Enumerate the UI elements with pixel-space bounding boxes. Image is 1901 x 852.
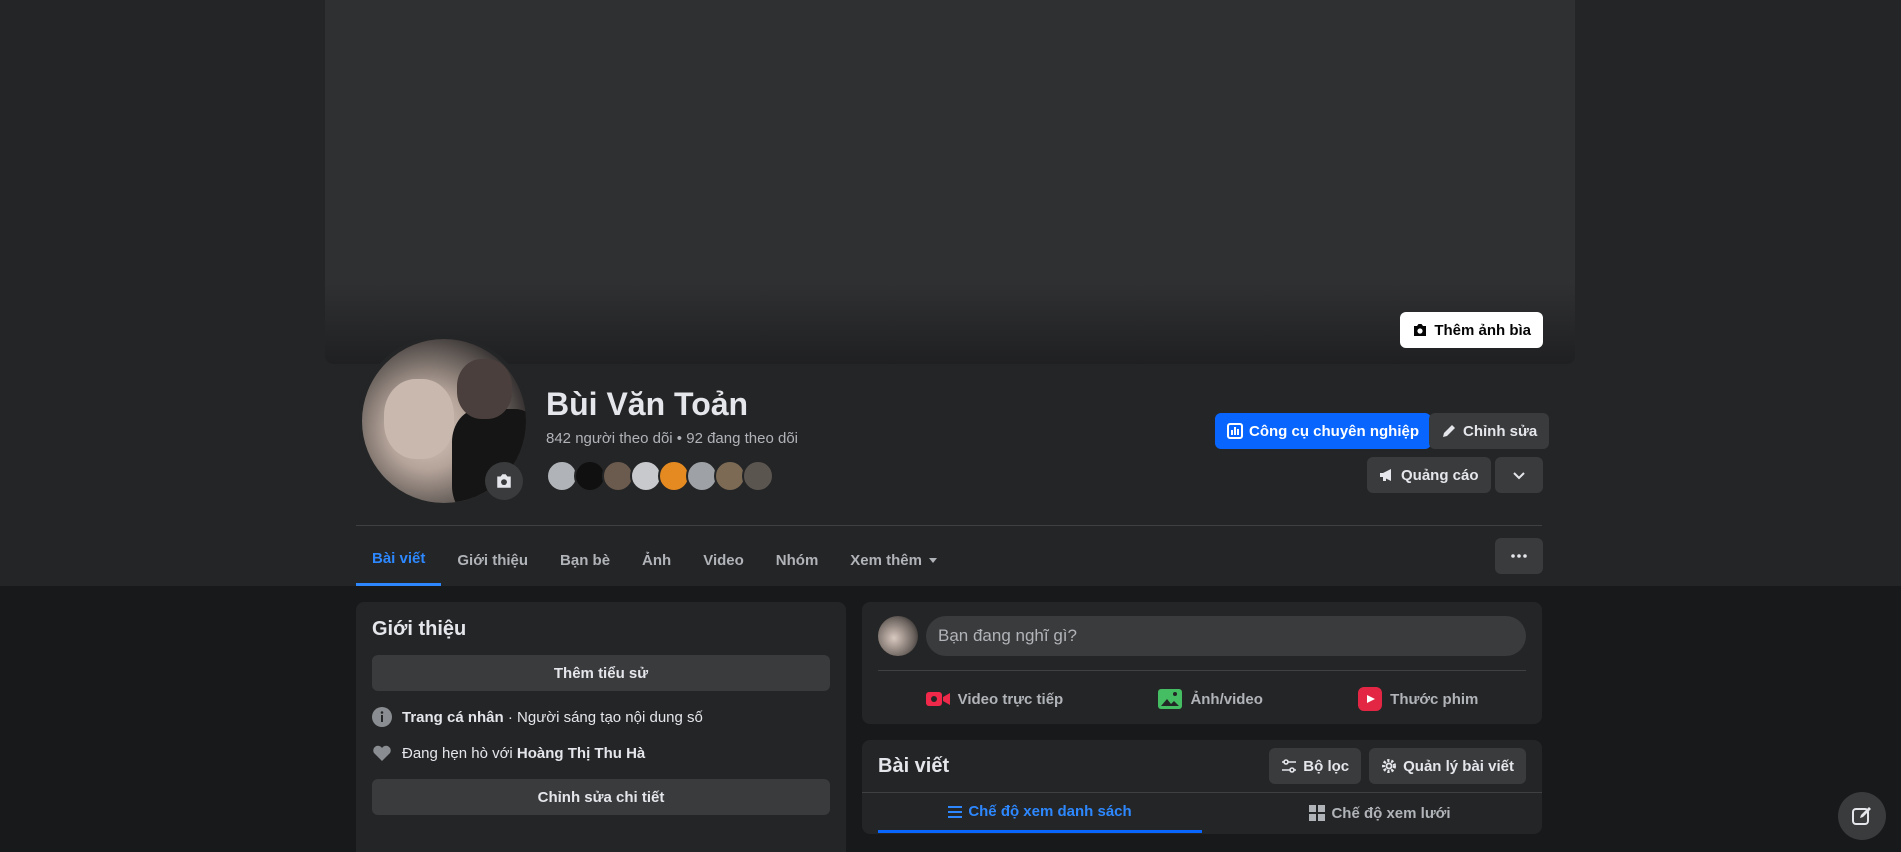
tab-see-more[interactable]: Xem thêm [834, 534, 954, 586]
intro-page-value: · Người sáng tạo nội dung số [503, 708, 703, 726]
reel-icon [1358, 687, 1383, 711]
posts-card: Bài viết Bộ lọc Quản lý bài viết Chế độ … [862, 740, 1542, 834]
pencil-icon [1443, 425, 1455, 437]
photo-icon [1158, 689, 1183, 709]
camera-icon [1414, 324, 1427, 336]
tab-photos[interactable]: Ảnh [626, 534, 687, 586]
composer-avatar[interactable] [878, 616, 918, 656]
live-video-icon [925, 692, 950, 706]
manage-posts-button[interactable]: Quản lý bài viết [1369, 748, 1526, 784]
gear-icon [1382, 759, 1397, 773]
grid-view-tab[interactable]: Chế độ xem lưới [1218, 793, 1542, 833]
megaphone-icon [1380, 469, 1391, 481]
composer-input[interactable]: Bạn đang nghĩ gì? [926, 616, 1526, 656]
tab-groups[interactable]: Nhóm [760, 534, 835, 586]
header-divider [356, 525, 1542, 526]
list-icon [948, 805, 963, 818]
chart-icon [1227, 423, 1243, 439]
filter-button[interactable]: Bộ lọc [1269, 748, 1362, 784]
update-avatar-button[interactable] [485, 462, 523, 500]
list-view-tab[interactable]: Chế độ xem danh sách [878, 793, 1202, 833]
tab-video[interactable]: Video [687, 534, 760, 586]
professional-tools-label: Công cụ chuyên nghiệp [1249, 422, 1420, 440]
intro-page-row: Trang cá nhân · Người sáng tạo nội dung … [372, 707, 830, 727]
friend-avatar[interactable] [742, 460, 774, 492]
live-video-button[interactable]: Video trực tiếp [925, 679, 1063, 719]
ads-button[interactable]: Quảng cáo [1367, 457, 1491, 493]
profile-name: Bùi Văn Toản [546, 386, 749, 422]
friend-avatars[interactable] [546, 460, 774, 492]
post-composer: Bạn đang nghĩ gì? Video trực tiếp Ảnh/vi… [862, 602, 1542, 724]
caret-down-icon [929, 558, 937, 563]
info-icon [372, 707, 392, 727]
professional-tools-button[interactable]: Công cụ chuyên nghiệp [1215, 413, 1432, 449]
edit-profile-button[interactable]: Chỉnh sửa [1429, 413, 1550, 449]
follow-stats[interactable]: 842 người theo dõi • 92 đang theo dõi [546, 430, 798, 447]
tab-friends[interactable]: Bạn bè [544, 534, 626, 586]
new-message-button[interactable] [1838, 792, 1886, 840]
intro-page-label: Trang cá nhân [402, 708, 504, 726]
compose-icon [1852, 807, 1871, 825]
photo-video-button[interactable]: Ảnh/video [1158, 679, 1263, 719]
grid-icon [1309, 805, 1326, 821]
edit-details-button[interactable]: Chỉnh sửa chi tiết [372, 779, 830, 815]
tab-about[interactable]: Giới thiệu [441, 534, 544, 586]
add-cover-photo-label: Thêm ảnh bìa [1434, 321, 1531, 339]
reel-button[interactable]: Thước phim [1358, 679, 1478, 719]
add-bio-button[interactable]: Thêm tiểu sử [372, 655, 830, 691]
more-actions-dropdown-button[interactable] [1495, 457, 1543, 493]
tab-posts[interactable]: Bài viết [356, 534, 442, 586]
chevron-down-icon [1513, 472, 1525, 480]
edit-profile-label: Chỉnh sửa [1463, 422, 1538, 440]
camera-icon [497, 474, 511, 488]
cover-photo: Thêm ảnh bìa [325, 0, 1575, 364]
tabs-more-options-button[interactable] [1495, 538, 1543, 574]
add-cover-photo-button[interactable]: Thêm ảnh bìa [1400, 312, 1543, 348]
relationship-prefix: Đang hẹn hò với [402, 744, 517, 762]
profile-tabs: Bài viết Giới thiệu Bạn bè Ảnh Video Nhó… [356, 534, 954, 586]
relationship-partner-link[interactable]: Hoàng Thị Thu Hà [517, 745, 645, 762]
posts-title: Bài viết [878, 754, 950, 777]
ads-label: Quảng cáo [1401, 466, 1479, 484]
intro-relationship-row: Đang hẹn hò với Hoàng Thị Thu Hà [372, 743, 830, 763]
heart-icon [373, 745, 391, 761]
intro-card: Giới thiệu Thêm tiểu sử Trang cá nhân · … [356, 602, 846, 852]
ellipsis-icon [1511, 554, 1527, 558]
intro-title: Giới thiệu [372, 618, 467, 640]
sliders-icon [1282, 759, 1297, 773]
